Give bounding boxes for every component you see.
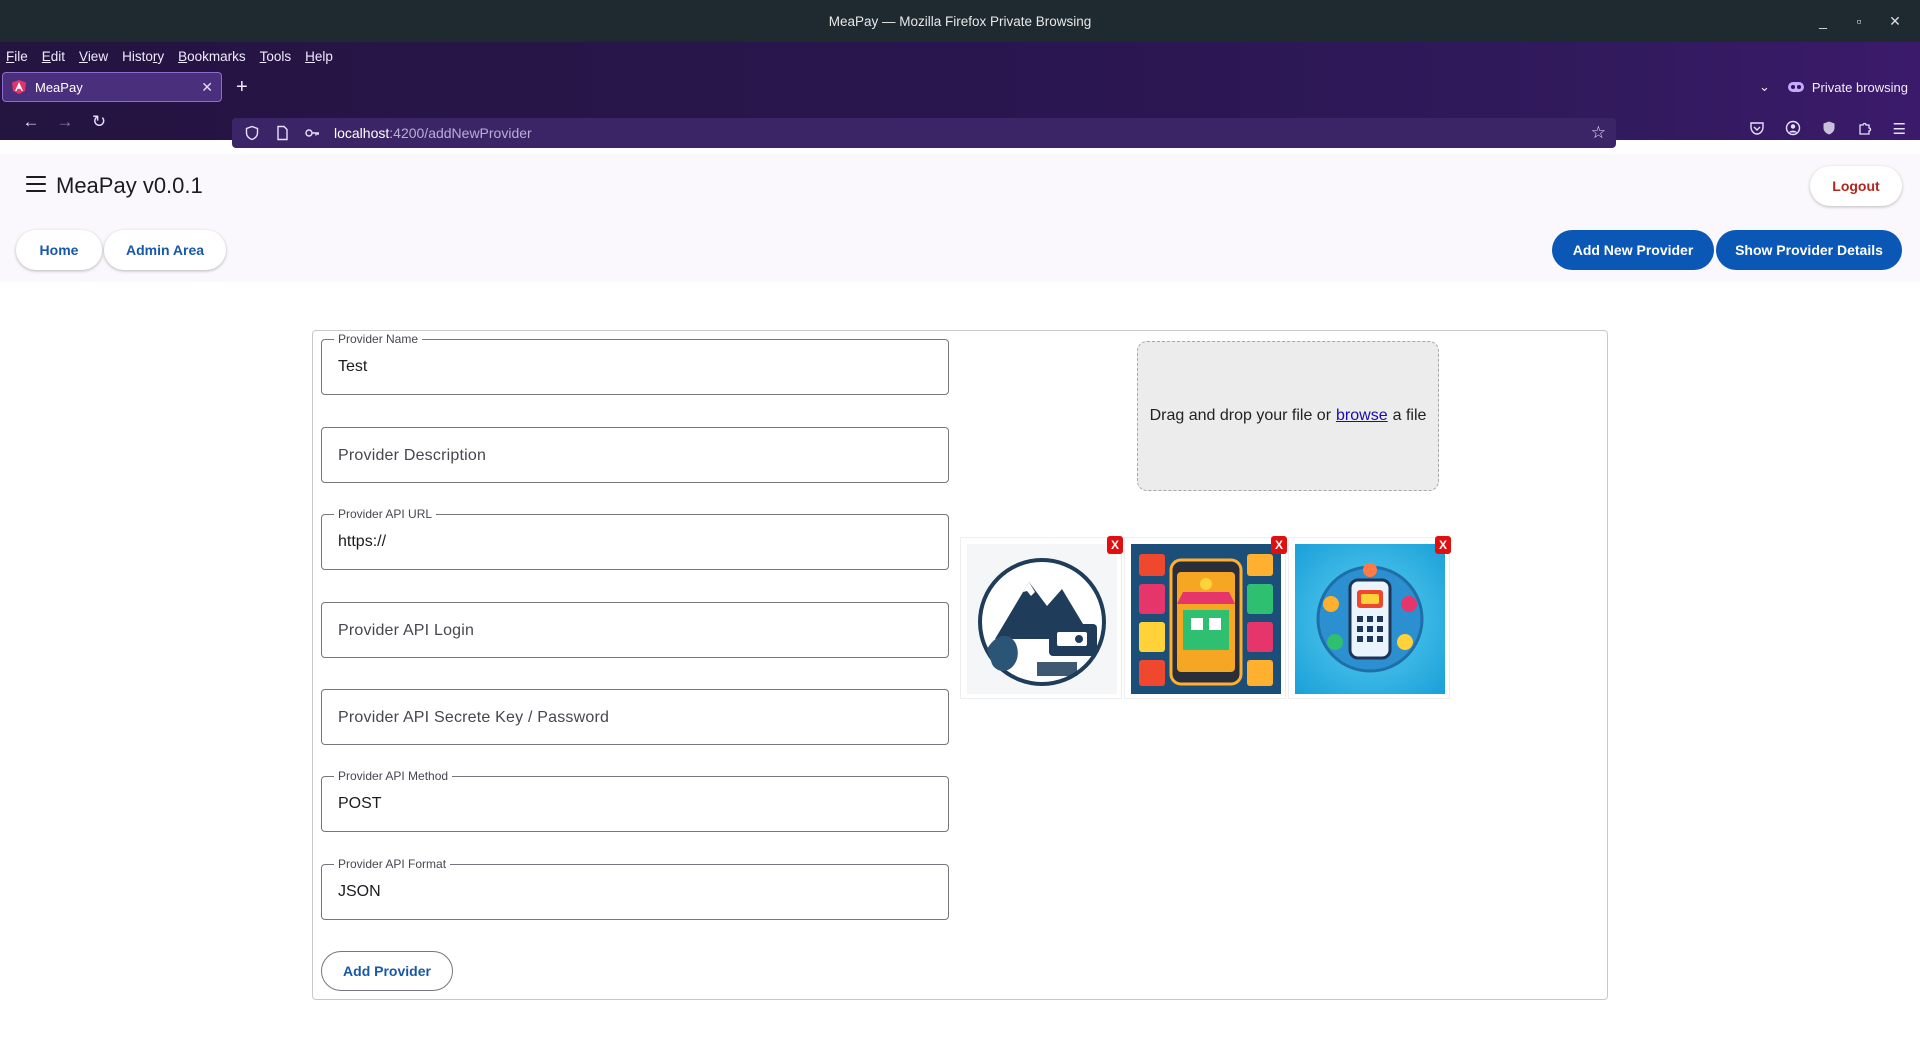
provider-api-secret-placeholder: Provider API Secrete Key / Password bbox=[338, 709, 610, 726]
provider-name-label: Provider Name bbox=[334, 332, 423, 346]
extensions-puzzle-icon[interactable] bbox=[1857, 120, 1873, 136]
provider-api-login-placeholder: Provider API Login bbox=[338, 622, 475, 639]
provider-form: Provider Name Test Provider Description … bbox=[312, 330, 1608, 1000]
tab-title: MeaPay bbox=[35, 79, 83, 95]
app-nav-right: Add New Provider Show Provider Details bbox=[1552, 230, 1902, 270]
provider-description-placeholder: Provider Description bbox=[338, 447, 487, 464]
remove-image-3-button[interactable]: X bbox=[1435, 536, 1451, 554]
window-titlebar: MeaPay — Mozilla Firefox Private Browsin… bbox=[0, 0, 1920, 42]
bookmark-star-icon[interactable]: ☆ bbox=[1591, 123, 1606, 143]
menu-view[interactable]: View bbox=[79, 49, 108, 64]
menu-tools[interactable]: Tools bbox=[260, 49, 292, 64]
menu-edit[interactable]: Edit bbox=[42, 49, 65, 64]
provider-api-method-value: POST bbox=[338, 795, 382, 812]
new-tab-icon[interactable]: + bbox=[236, 77, 248, 97]
key-icon[interactable] bbox=[304, 125, 320, 141]
private-mask-icon bbox=[1787, 82, 1804, 92]
remove-image-1-button[interactable]: X bbox=[1107, 536, 1123, 554]
back-icon[interactable]: ← bbox=[14, 112, 48, 132]
dropzone-text-after: a file bbox=[1392, 407, 1427, 424]
provider-api-login-field[interactable]: Provider API Login bbox=[321, 602, 949, 658]
phone-apps-illustration-icon bbox=[1295, 544, 1445, 694]
hamburger-menu-icon[interactable] bbox=[26, 176, 46, 192]
tab-meapay[interactable]: MeaPay ✕ bbox=[2, 72, 222, 102]
provider-api-format-value: JSON bbox=[338, 883, 381, 900]
provider-description-field[interactable]: Provider Description bbox=[321, 427, 949, 483]
private-browsing-label: Private browsing bbox=[1811, 79, 1908, 95]
angular-favicon-icon bbox=[12, 80, 26, 94]
menu-history[interactable]: History bbox=[122, 49, 164, 64]
tabbar-right: ⌄ Private browsing bbox=[1759, 70, 1908, 104]
browse-link[interactable]: browse bbox=[1336, 407, 1388, 425]
provider-api-method-field[interactable]: Provider API Method POST bbox=[321, 769, 949, 832]
close-window-icon[interactable]: ✕ bbox=[1888, 13, 1902, 30]
provider-api-url-field[interactable]: Provider API URL https:// bbox=[321, 507, 949, 570]
app-title: MeaPay v0.0.1 bbox=[56, 173, 203, 198]
page-info-icon[interactable] bbox=[274, 125, 290, 141]
list-all-tabs-icon[interactable]: ⌄ bbox=[1759, 79, 1770, 95]
menu-file[interactable]: File bbox=[6, 49, 28, 64]
file-dropzone[interactable]: Drag and drop your file or browse a file bbox=[1137, 341, 1439, 491]
app-root: MeaPay v0.0.1 Logout Home Admin Area Add… bbox=[0, 154, 1920, 1040]
forward-icon[interactable]: → bbox=[48, 112, 82, 132]
extension-shield-icon[interactable] bbox=[1821, 120, 1837, 136]
provider-api-format-field[interactable]: Provider API Format JSON bbox=[321, 857, 949, 920]
window-controls: _ ▫ ✕ bbox=[1816, 0, 1902, 42]
maximize-icon[interactable]: ▫ bbox=[1852, 13, 1866, 29]
show-provider-details-button[interactable]: Show Provider Details bbox=[1716, 230, 1902, 270]
menu-help[interactable]: Help bbox=[305, 49, 333, 64]
provider-api-method-label: Provider API Method bbox=[334, 769, 453, 783]
logout-button[interactable]: Logout bbox=[1810, 166, 1902, 206]
remove-image-2-button[interactable]: X bbox=[1271, 536, 1287, 554]
menu-bookmarks[interactable]: Bookmarks bbox=[178, 49, 246, 64]
provider-name-field[interactable]: Provider Name Test bbox=[321, 332, 949, 395]
app-nav-left: Home Admin Area bbox=[16, 230, 226, 270]
shield-icon[interactable] bbox=[244, 125, 260, 141]
add-new-provider-button[interactable]: Add New Provider bbox=[1552, 230, 1714, 270]
private-browsing-badge: Private browsing bbox=[1787, 79, 1908, 95]
provider-api-url-value: https:// bbox=[338, 533, 387, 550]
provider-name-value: Test bbox=[338, 358, 368, 375]
pocket-icon[interactable] bbox=[1749, 120, 1765, 136]
url-bar[interactable]: localhost:4200/addNewProvider ☆ bbox=[232, 118, 1616, 148]
reload-icon[interactable]: ↻ bbox=[82, 112, 116, 132]
window-title: MeaPay — Mozilla Firefox Private Browsin… bbox=[828, 13, 1092, 29]
provider-api-url-label: Provider API URL bbox=[334, 507, 437, 521]
menubar: File Edit View History Bookmarks Tools H… bbox=[0, 42, 1920, 70]
provider-api-secret-field[interactable]: Provider API Secrete Key / Password bbox=[321, 689, 949, 745]
account-icon[interactable] bbox=[1785, 120, 1801, 136]
admin-area-button[interactable]: Admin Area bbox=[104, 230, 226, 270]
provider-api-format-label: Provider API Format bbox=[334, 857, 451, 871]
dropzone-text-before: Drag and drop your file or bbox=[1149, 407, 1332, 424]
home-button[interactable]: Home bbox=[16, 230, 102, 270]
minimize-icon[interactable]: _ bbox=[1816, 13, 1830, 29]
app-header: MeaPay v0.0.1 Logout Home Admin Area Add… bbox=[0, 154, 1920, 282]
mountain-wave-logo-icon bbox=[967, 544, 1117, 694]
tabbar: MeaPay ✕ + ⌄ Private browsing bbox=[0, 70, 1920, 104]
add-provider-button[interactable]: Add Provider bbox=[321, 951, 453, 991]
tab-close-icon[interactable]: ✕ bbox=[201, 79, 213, 96]
uploaded-image-2: X bbox=[1124, 536, 1287, 699]
toolbar-right: ☰ bbox=[1749, 120, 1906, 138]
url-text[interactable]: localhost:4200/addNewProvider bbox=[334, 125, 532, 141]
uploaded-image-3: X bbox=[1288, 536, 1451, 699]
phone-shop-illustration-icon bbox=[1131, 544, 1281, 694]
uploaded-image-1: X bbox=[960, 536, 1123, 699]
app-menu-icon[interactable]: ☰ bbox=[1893, 120, 1906, 138]
